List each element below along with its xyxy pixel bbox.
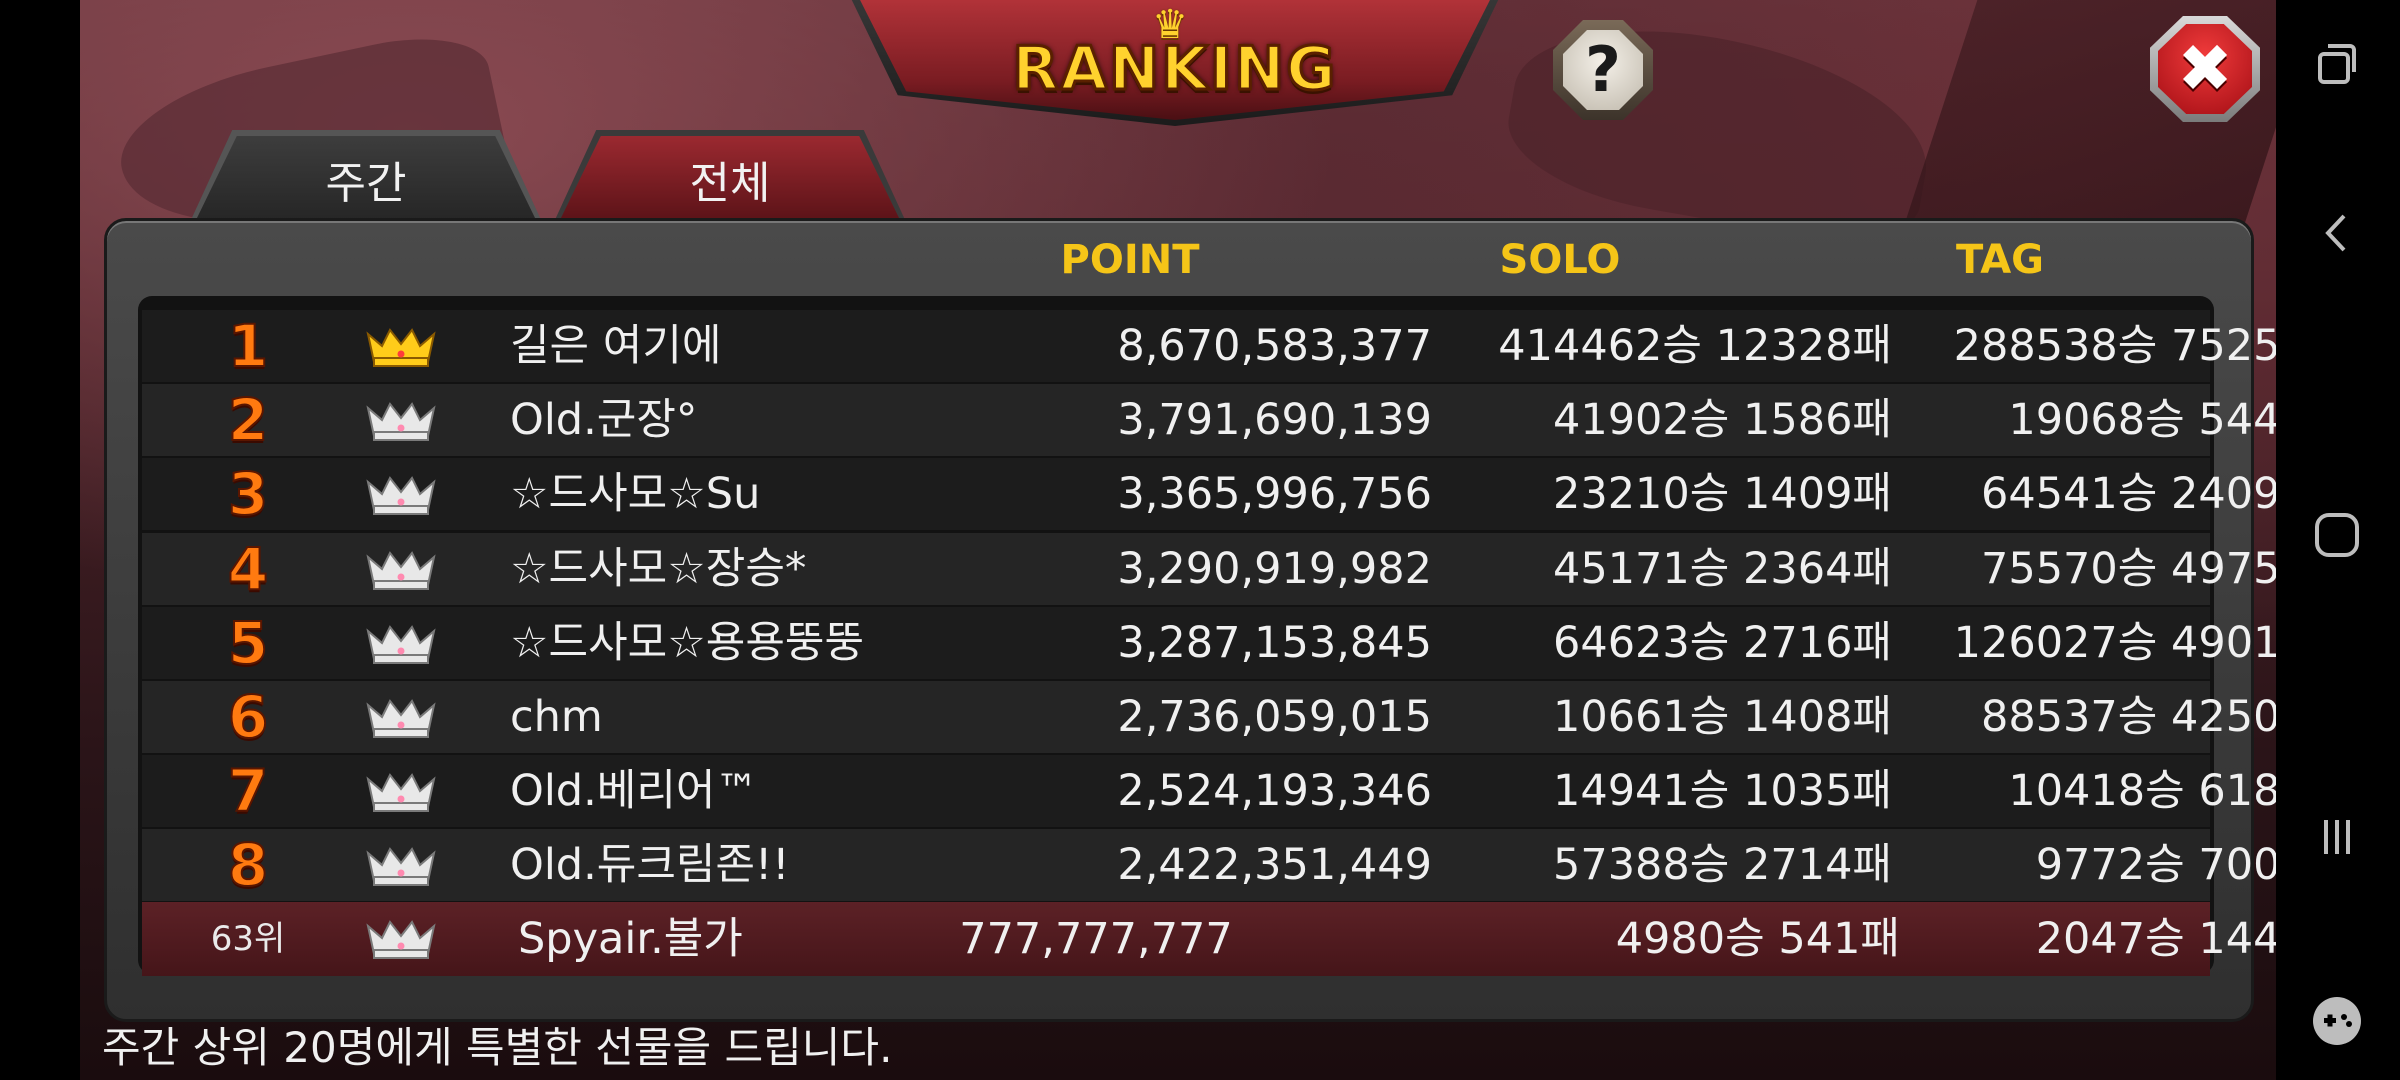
silver-crown-icon (364, 843, 438, 887)
menu-lines-icon[interactable] (2300, 800, 2374, 874)
reward-notice: 주간 상위 20명에게 특별한 선물을 드립니다. (102, 1023, 893, 1072)
player-solo: 10661승 1408패 (1552, 692, 1892, 742)
rank-number: 5 (227, 608, 269, 678)
player-point: 2,736,059,015 (1117, 692, 1432, 742)
my-rank-label: 63위 (210, 918, 286, 959)
column-header-point: POINT (1060, 237, 1200, 283)
silver-crown-icon (364, 398, 438, 442)
player-tag: 64541승 2409패 (1980, 469, 2320, 520)
my-rank-row[interactable]: 63위 Spyair.불가 777,777,777 4980승 541패 2047승 1… (142, 901, 2320, 976)
tab-weekly[interactable]: 주간 (196, 136, 536, 220)
player-solo: 14941승 1035패 (1552, 766, 1892, 817)
my-solo: 4980승 541패 (1615, 913, 1900, 964)
player-tag: 75570승 4975패 (1980, 543, 2320, 594)
silver-crown-icon (364, 472, 438, 516)
table-row[interactable]: 5 ☆드사모☆용용뚱뚱 3,287,153,845 64623승 2716패 12602… (142, 606, 2320, 679)
player-point: 3,365,996,756 (1117, 469, 1432, 520)
rank-number: 4 (227, 534, 269, 604)
rank-number: 1 (227, 311, 269, 381)
player-point: 2,524,193,346 (1117, 766, 1432, 817)
silver-crown-icon (364, 695, 438, 739)
my-point: 777,777,777 (959, 913, 1233, 964)
column-header-tag: TAG (1956, 237, 2044, 283)
close-icon[interactable]: ✖ (2158, 24, 2252, 114)
recent-apps-icon[interactable] (2300, 28, 2374, 102)
player-tag: 88537승 4250패 (1980, 692, 2320, 742)
player-solo: 23210승 1409패 (1552, 469, 1892, 520)
my-tag: 2047승 144패 (2035, 913, 2320, 964)
player-point: 8,670,583,377 (1117, 321, 1432, 371)
table-row[interactable]: 7 Old.베리어™ 2,524,193,346 14941승 1035패 10418승… (142, 755, 2320, 828)
rank-number: 8 (227, 830, 269, 900)
rank-number: 2 (227, 385, 269, 455)
player-solo: 41902승 1586패 (1552, 395, 1892, 446)
rank-number: 7 (227, 756, 269, 826)
player-tag: 19068승 544패 (2008, 395, 2320, 446)
rank-number: 3 (227, 459, 269, 529)
player-tag: 126027승 4901패 (1953, 617, 2320, 668)
table-row[interactable]: 8 Old.듀크림존!! 2,422,351,449 57388승 2714패 9772… (142, 829, 2320, 902)
home-icon[interactable] (2300, 498, 2374, 572)
gold-crown-icon (364, 324, 438, 368)
table-row[interactable]: 4 ☆드사모☆장승* 3,290,919,982 45171승 2364패 75570승… (142, 532, 2320, 605)
silver-crown-icon (364, 621, 438, 665)
page-title: RANKING (1011, 33, 1338, 106)
player-solo: 64623승 2716패 (1552, 617, 1892, 668)
game-controller-icon[interactable] (2300, 984, 2374, 1058)
silver-crown-icon (364, 916, 438, 960)
player-tag: 288538승 7525패 (1953, 321, 2320, 371)
player-tag: 9772승 700패 (2035, 840, 2320, 891)
table-row[interactable]: 1 길은 여기에 8,670,583,377 414462승 12328패 288538… (142, 310, 2320, 382)
player-solo: 45171승 2364패 (1552, 543, 1892, 594)
player-point: 3,791,690,139 (1117, 395, 1432, 446)
table-row[interactable]: 2 Old.군장° 3,791,690,139 41902승 1586패 19068승 … (142, 384, 2320, 457)
player-tag: 10418승 618패 (2008, 766, 2320, 817)
question-icon[interactable]: ? (1563, 30, 1643, 110)
silver-crown-icon (364, 769, 438, 813)
column-header-solo: SOLO (1499, 237, 1621, 283)
player-point: 3,287,153,845 (1117, 617, 1432, 668)
table-row[interactable]: 6 chm 2,736,059,015 10661승 1408패 88537승 4250… (142, 681, 2320, 753)
table-row[interactable]: 3 ☆드사모☆Su 3,365,996,756 23210승 1409패 64541승 … (142, 458, 2320, 531)
back-icon[interactable] (2300, 196, 2374, 270)
player-point: 3,290,919,982 (1117, 543, 1432, 594)
silver-crown-icon (364, 547, 438, 591)
player-solo: 57388승 2714패 (1552, 840, 1892, 891)
rank-number: 6 (227, 682, 269, 752)
tab-all[interactable]: 전체 (560, 136, 900, 220)
player-point: 2,422,351,449 (1117, 840, 1432, 891)
player-solo: 414462승 12328패 (1498, 321, 1892, 371)
